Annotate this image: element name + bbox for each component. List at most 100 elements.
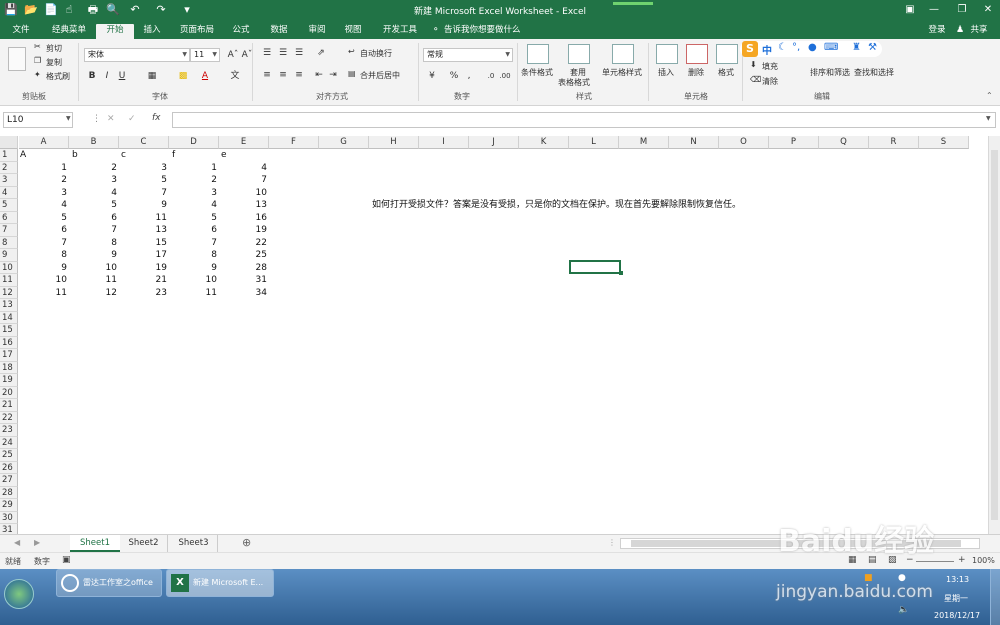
table-cell[interactable]: 9	[119, 199, 167, 212]
column-header-h[interactable]: H	[369, 136, 419, 149]
row-header-16[interactable]: 16	[0, 336, 18, 349]
sogou-ime-icon[interactable]: S	[742, 41, 758, 57]
row-header-7[interactable]: 7	[0, 224, 18, 237]
wrap-text-button[interactable]: 自动换行	[360, 48, 392, 59]
open-folder-icon[interactable]: 📂	[24, 2, 38, 18]
table-cell[interactable]: 5	[19, 212, 67, 225]
number-format-combo[interactable]: 常规 ▼	[423, 48, 513, 62]
table-cell[interactable]: 11	[119, 212, 167, 225]
column-header-d[interactable]: D	[169, 136, 219, 149]
cell-header[interactable]: f	[172, 149, 175, 162]
macro-record-icon[interactable]: ▣	[62, 555, 71, 565]
share-button[interactable]: 共享	[966, 24, 992, 39]
next-sheet-icon[interactable]: ▶	[34, 538, 40, 547]
row-header-3[interactable]: 3	[0, 174, 18, 187]
align-middle-icon[interactable]: ☰	[276, 46, 290, 60]
conditional-format-icon[interactable]	[527, 44, 549, 64]
insert-cells-icon[interactable]	[656, 44, 678, 64]
underline-icon[interactable]: U	[115, 69, 129, 83]
row-header-27[interactable]: 27	[0, 474, 18, 487]
increase-indent-icon[interactable]: ⇥	[326, 68, 340, 82]
format-cells-button[interactable]: 格式	[718, 67, 734, 78]
table-cell[interactable]: 3	[19, 187, 67, 200]
minimize-icon[interactable]: —	[924, 2, 944, 18]
vertical-scroll-thumb[interactable]	[991, 150, 998, 520]
table-cell[interactable]: 10	[69, 262, 117, 275]
tab-data[interactable]: 数据	[262, 24, 296, 39]
row-header-10[interactable]: 10	[0, 261, 18, 274]
cancel-entry-icon[interactable]: ✕	[107, 114, 115, 124]
column-header-g[interactable]: G	[319, 136, 369, 149]
row-header-18[interactable]: 18	[0, 361, 18, 374]
clear-button[interactable]: 清除	[762, 76, 778, 87]
font-color-icon[interactable]: A	[198, 69, 212, 83]
table-cell[interactable]: 28	[219, 262, 267, 275]
taskbar-item-excel[interactable]: X 新建 Microsoft E...	[166, 569, 274, 597]
row-header-22[interactable]: 22	[0, 411, 18, 424]
column-header-l[interactable]: L	[569, 136, 619, 149]
table-cell[interactable]: 11	[19, 287, 67, 300]
cell-styles-icon[interactable]	[612, 44, 634, 64]
vertical-scrollbar[interactable]	[988, 136, 1000, 534]
table-cell[interactable]: 9	[69, 249, 117, 262]
table-cell[interactable]: 7	[19, 237, 67, 250]
column-header-a[interactable]: A	[19, 136, 69, 149]
table-cell[interactable]: 6	[169, 224, 217, 237]
comma-style-icon[interactable]: ,	[462, 69, 476, 83]
cell-header[interactable]: b	[72, 149, 78, 162]
column-header-m[interactable]: M	[619, 136, 669, 149]
row-header-4[interactable]: 4	[0, 186, 18, 199]
bold-icon[interactable]: B	[85, 69, 99, 83]
table-cell[interactable]: 19	[119, 262, 167, 275]
taskbar-item-explorer[interactable]: 雷达工作室之office	[56, 569, 162, 597]
note-cell[interactable]: 如何打开受损文件？答案是没有受损，只是你的文档在保护。现在首先要解除限制恢复信任…	[372, 199, 741, 212]
table-cell[interactable]: 1	[19, 162, 67, 175]
table-cell[interactable]: 6	[19, 224, 67, 237]
tab-view[interactable]: 视图	[336, 24, 370, 39]
restore-icon[interactable]: ❐	[952, 2, 972, 18]
table-cell[interactable]: 8	[169, 249, 217, 262]
touch-mode-icon[interactable]: ☝	[62, 2, 76, 18]
format-cells-icon[interactable]	[716, 44, 738, 64]
confirm-entry-icon[interactable]: ✓	[128, 114, 136, 124]
new-file-icon[interactable]: 📄	[44, 2, 58, 18]
row-header-31[interactable]: 31	[0, 524, 18, 534]
row-header-14[interactable]: 14	[0, 311, 18, 324]
delete-cells-icon[interactable]	[686, 44, 708, 64]
active-cell-selection[interactable]	[569, 260, 621, 274]
fill-handle[interactable]	[619, 271, 623, 275]
add-sheet-icon[interactable]: ⊕	[242, 536, 251, 549]
sheet-bar-splitter[interactable]: ⋮	[608, 538, 616, 547]
column-header-s[interactable]: S	[919, 136, 969, 149]
column-header-b[interactable]: B	[69, 136, 119, 149]
table-cell[interactable]: 16	[219, 212, 267, 225]
row-header-20[interactable]: 20	[0, 386, 18, 399]
table-cell[interactable]: 19	[219, 224, 267, 237]
start-button-icon[interactable]	[4, 579, 34, 609]
paste-icon[interactable]	[8, 47, 26, 71]
grow-font-icon[interactable]: Aˆ	[226, 48, 240, 62]
table-cell[interactable]: 7	[219, 174, 267, 187]
row-header-30[interactable]: 30	[0, 511, 18, 524]
table-cell[interactable]: 13	[119, 224, 167, 237]
tell-me-search[interactable]: 告诉我你想要做什么	[444, 24, 528, 39]
sheet-tab-1[interactable]: Sheet1	[70, 535, 120, 552]
font-size-combo[interactable]: 11 ▼	[190, 48, 220, 62]
undo-icon[interactable]: ↶	[128, 2, 142, 18]
table-cell[interactable]: 23	[119, 287, 167, 300]
table-cell[interactable]: 1	[169, 162, 217, 175]
table-cell[interactable]: 7	[69, 224, 117, 237]
login-link[interactable]: 登录	[924, 24, 950, 39]
delete-cells-button[interactable]: 删除	[688, 67, 704, 78]
column-header-r[interactable]: R	[869, 136, 919, 149]
copy-button[interactable]: 复制	[46, 57, 62, 68]
orientation-icon[interactable]: ⇗	[314, 46, 328, 60]
table-cell[interactable]: 5	[69, 199, 117, 212]
table-cell[interactable]: 4	[169, 199, 217, 212]
decrease-indent-icon[interactable]: ⇤	[312, 68, 326, 82]
table-cell[interactable]: 5	[119, 174, 167, 187]
table-cell[interactable]: 11	[69, 274, 117, 287]
row-header-11[interactable]: 11	[0, 274, 18, 287]
cut-button[interactable]: 剪切	[46, 43, 62, 54]
collapse-ribbon-icon[interactable]: ⌃	[986, 91, 993, 100]
